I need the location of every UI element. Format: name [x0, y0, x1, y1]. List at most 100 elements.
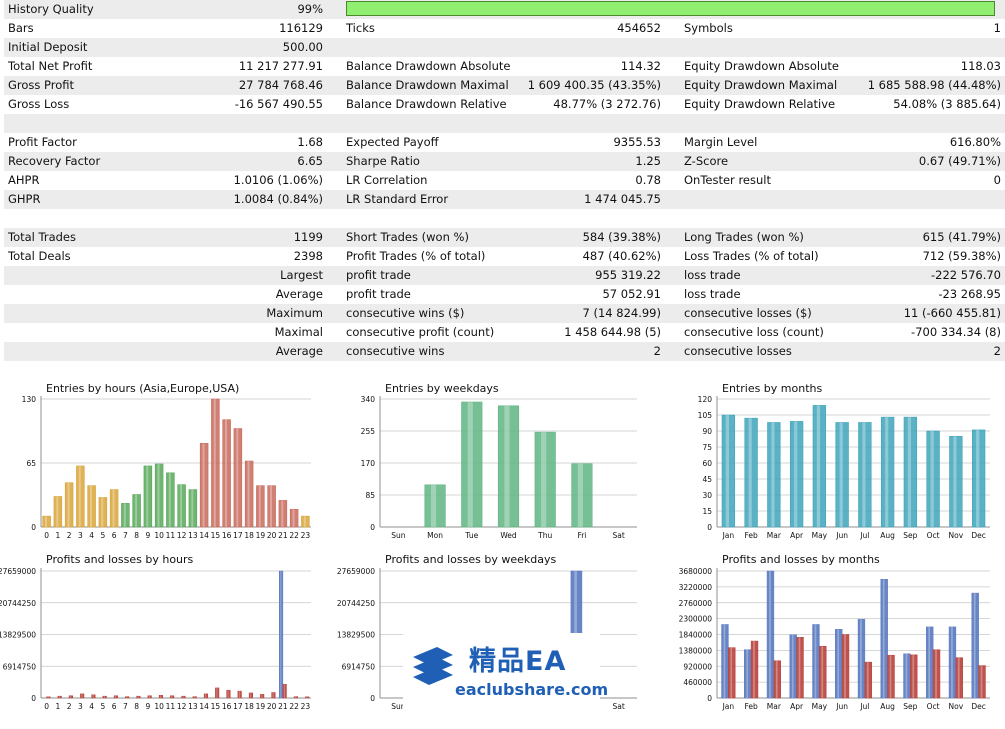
bar-highlight	[216, 687, 218, 698]
bar-highlight	[775, 660, 778, 698]
bar-highlight	[844, 634, 846, 698]
y-tick-label: 13829500	[337, 631, 375, 640]
x-tick-label: 7	[123, 702, 128, 711]
y-tick-label: 1380000	[679, 646, 713, 655]
y-tick-label: 0	[31, 523, 36, 532]
y-tick-label: 120	[698, 395, 713, 404]
y-tick-label: 75	[702, 443, 712, 452]
bar-highlight	[541, 432, 547, 527]
y-tick-label: 30	[702, 491, 712, 500]
y-tick-label: 13829500	[0, 631, 36, 640]
bar-highlight	[280, 571, 282, 698]
chart-title: Entries by months	[722, 382, 822, 395]
x-tick-label: 8	[134, 702, 139, 711]
x-tick-label: Sun	[391, 531, 406, 540]
x-tick-label: Aug	[880, 702, 895, 711]
bar-highlight	[976, 429, 980, 527]
watermark-url: eaclubshare.com	[455, 680, 609, 699]
bar-highlight	[213, 399, 216, 527]
bar-highlight	[146, 465, 149, 527]
x-tick-label: Sat	[612, 531, 624, 540]
x-tick-label: Jan	[722, 531, 735, 540]
x-tick-label: 3	[78, 531, 83, 540]
bar-highlight	[103, 696, 105, 698]
x-tick-label: 4	[89, 702, 94, 711]
x-tick-label: 23	[301, 531, 311, 540]
bar-highlight	[973, 593, 976, 698]
x-tick-label: Sep	[903, 531, 917, 540]
chart-1: Entries by weekdays 0 85 170 255 340 Sun Mon Tue…	[361, 382, 637, 540]
x-tick-label: Dec	[971, 531, 986, 540]
bar-highlight	[193, 696, 195, 698]
x-tick-label: 5	[100, 531, 105, 540]
bar-highlight	[882, 579, 885, 698]
x-tick-label: 0	[44, 702, 49, 711]
x-tick-label: Apr	[790, 531, 804, 540]
y-tick-label: 90	[702, 427, 712, 436]
y-tick-label: 0	[370, 523, 375, 532]
eaclub-logo-icon	[413, 647, 453, 685]
y-tick-label: 6914750	[342, 662, 376, 671]
bar-highlight	[123, 503, 126, 527]
bar-highlight	[866, 662, 869, 698]
bar-highlight	[148, 695, 150, 698]
bar-highlight	[137, 696, 139, 698]
bar-highlight	[236, 428, 239, 527]
x-tick-label: 16	[222, 702, 232, 711]
x-tick-label: Jul	[859, 702, 869, 711]
x-tick-label: May	[812, 531, 828, 540]
bar-highlight	[81, 693, 83, 698]
bar-highlight	[769, 571, 771, 698]
x-tick-label: 1	[55, 531, 60, 540]
bar-highlight	[504, 405, 510, 527]
watermark-title: 精品EA	[469, 646, 567, 677]
x-tick-label: Feb	[744, 531, 758, 540]
bar-highlight	[953, 436, 957, 527]
bar-highlight	[930, 431, 934, 527]
bar-highlight	[101, 497, 104, 527]
x-tick-label: Nov	[949, 531, 964, 540]
x-tick-label: 11	[166, 531, 176, 540]
bar-highlight	[283, 684, 285, 698]
bar-highlight	[115, 695, 117, 698]
bar-highlight	[182, 696, 184, 698]
x-tick-label: Mar	[767, 702, 782, 711]
x-tick-label: Feb	[744, 702, 758, 711]
bar-highlight	[821, 646, 824, 698]
x-tick-label: 21	[278, 531, 288, 540]
x-tick-label: 7	[123, 531, 128, 540]
bar-highlight	[730, 647, 733, 698]
y-tick-label: 1840000	[679, 631, 713, 640]
x-tick-label: Jun	[835, 531, 848, 540]
x-tick-label: 10	[154, 531, 164, 540]
x-tick-label: Jan	[722, 702, 735, 711]
bar-highlight	[92, 694, 94, 698]
x-tick-label: Jul	[859, 531, 869, 540]
x-tick-label: May	[812, 702, 828, 711]
bar-highlight	[746, 649, 749, 698]
chart-title: Profits and losses by months	[722, 553, 880, 566]
bar-highlight	[78, 465, 81, 527]
x-tick-label: 11	[166, 702, 176, 711]
bar-highlight	[58, 696, 60, 698]
y-tick-label: 0	[707, 694, 712, 703]
x-tick-label: 21	[278, 702, 288, 711]
x-tick-label: 17	[233, 702, 243, 711]
y-tick-label: 920000	[683, 662, 712, 671]
bar-highlight	[295, 696, 297, 698]
x-tick-label: Thu	[537, 531, 552, 540]
x-tick-label: 16	[222, 531, 232, 540]
bar-highlight	[935, 649, 937, 698]
bar-highlight	[180, 484, 183, 527]
y-tick-label: 105	[698, 411, 713, 420]
bar-highlight	[281, 500, 284, 527]
bar-highlight	[814, 624, 817, 698]
x-tick-label: 3	[78, 702, 83, 711]
x-tick-label: 2	[67, 531, 72, 540]
bar-highlight	[303, 516, 306, 527]
bar-highlight	[885, 417, 889, 527]
bar-highlight	[70, 695, 72, 698]
bar-highlight	[126, 696, 128, 698]
bar-highlight	[292, 509, 295, 527]
bar-highlight	[225, 419, 228, 527]
